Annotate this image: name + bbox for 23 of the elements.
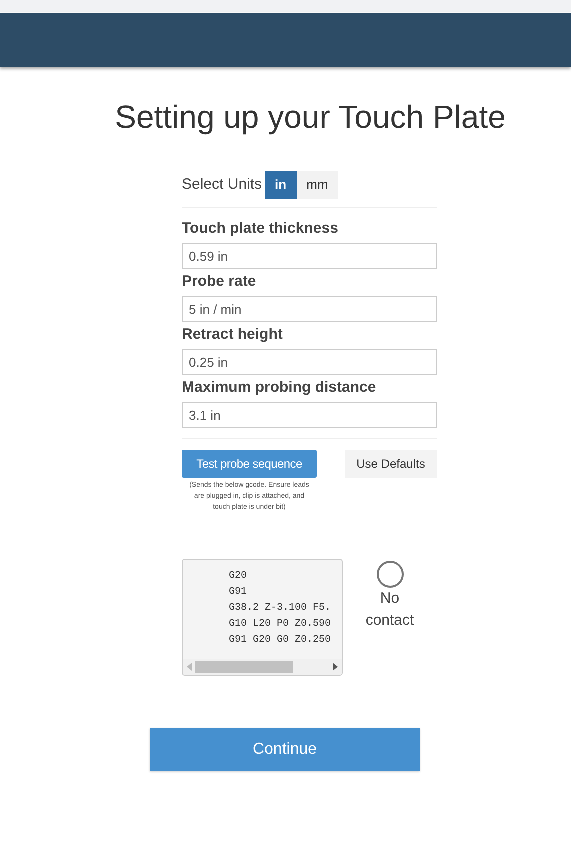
page-title: Setting up your Touch Plate xyxy=(114,98,507,137)
scroll-right-icon[interactable] xyxy=(333,663,338,671)
field-label: Retract height xyxy=(182,325,284,345)
gcode-line: G38.2 Z-3.100 F5. xyxy=(229,602,332,616)
use-defaults-button[interactable]: Use Defaults xyxy=(345,450,437,478)
text-field[interactable]: 0.25 in xyxy=(182,349,437,375)
unit-toggle[interactable]: mm xyxy=(296,171,338,199)
text-field[interactable]: 0.59 in xyxy=(182,243,437,269)
text-field[interactable]: 3.1 in xyxy=(182,402,437,428)
gcode-line: G20 xyxy=(229,570,248,584)
gcode-line: G91 xyxy=(229,586,248,600)
field-label: Probe rate xyxy=(182,272,258,292)
gcode-line: G91 G20 G0 Z0.250 xyxy=(229,634,332,648)
unit-toggle[interactable]: in xyxy=(265,171,297,199)
gcode-line: G10 L20 P0 Z0.590 xyxy=(229,618,332,632)
scrollbar-thumb[interactable] xyxy=(195,661,293,673)
horizontal-scrollbar[interactable] xyxy=(183,659,342,675)
field-label: Touch plate thickness xyxy=(182,219,340,239)
field-label: Maximum probing distance xyxy=(182,378,378,398)
units-label: Select Units xyxy=(182,174,262,195)
scroll-left-icon[interactable] xyxy=(187,663,192,671)
text-field[interactable]: 5 in / min xyxy=(182,296,437,322)
contact-status: No contact xyxy=(364,589,416,631)
